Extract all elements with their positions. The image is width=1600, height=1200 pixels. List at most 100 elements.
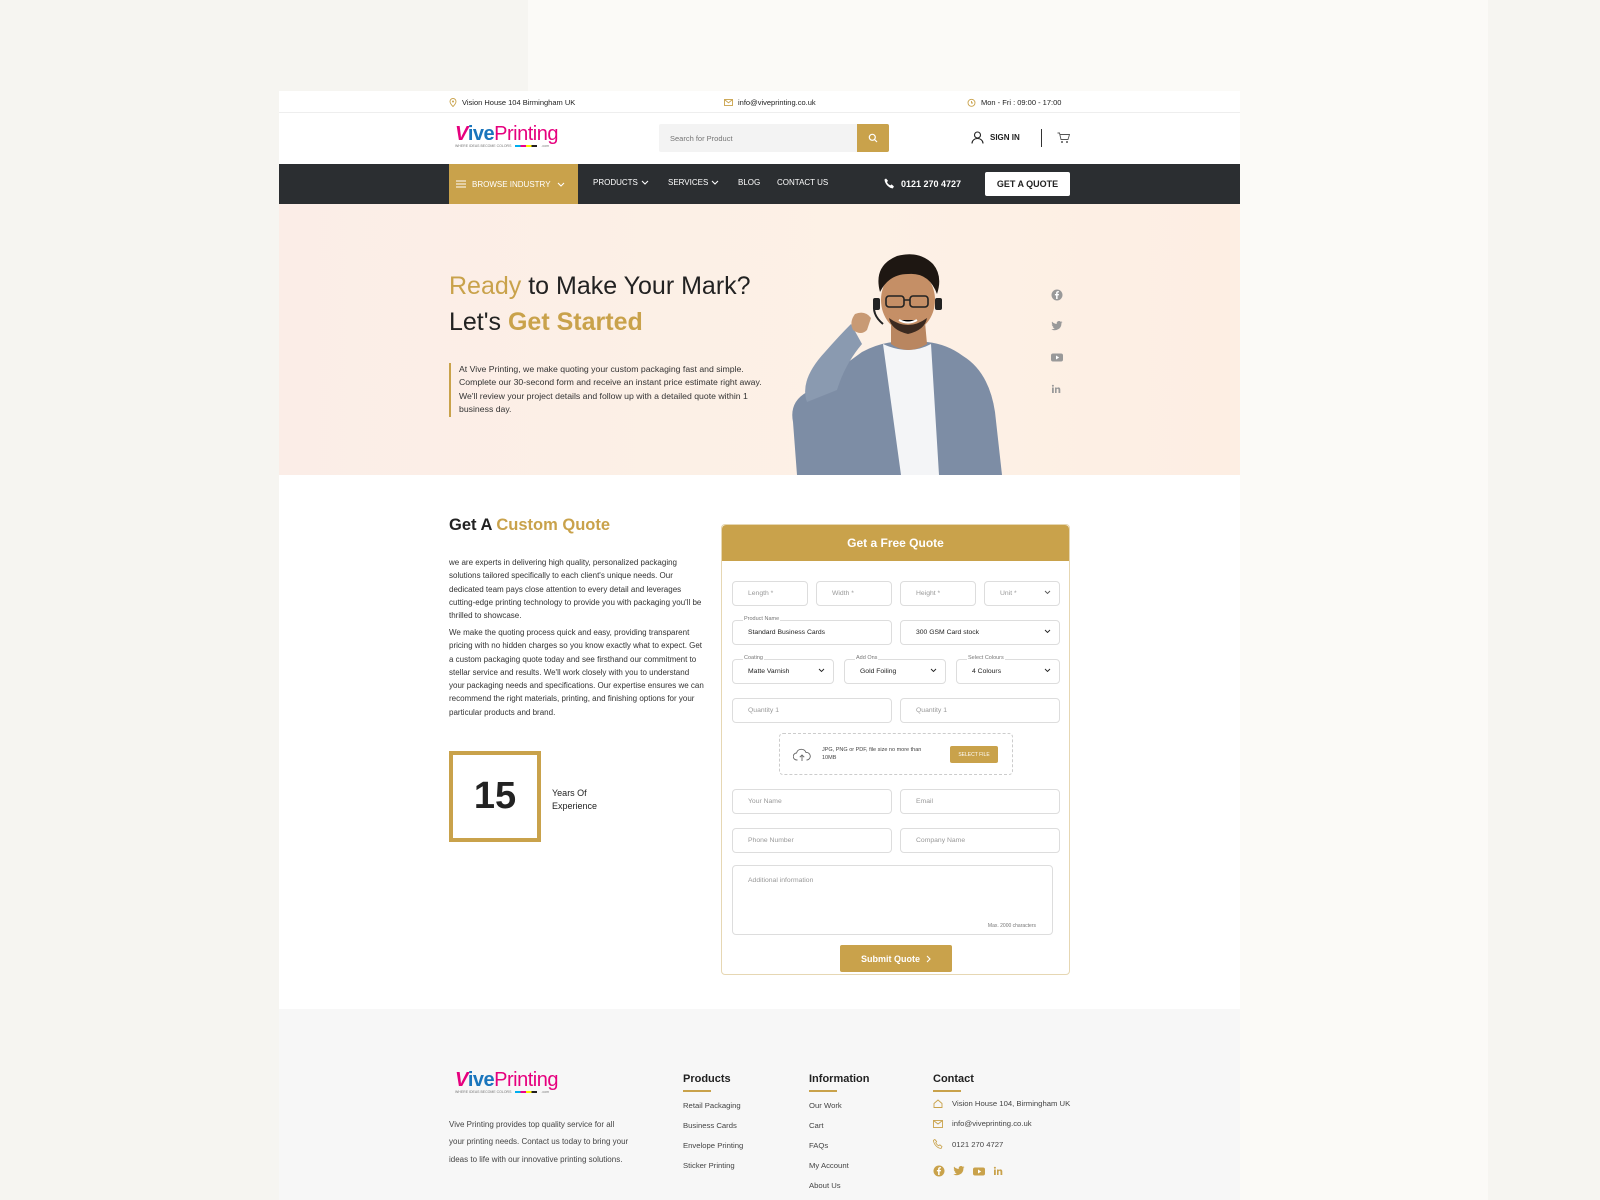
get-a-quote-button[interactable]: GET A QUOTE (985, 172, 1070, 196)
file-upload-area[interactable]: JPG, PNG or PDF, file size no more than … (779, 733, 1013, 775)
topbar-hours-text: Mon - Fri : 09:00 - 17:00 (981, 98, 1062, 107)
youtube-icon[interactable] (1051, 353, 1063, 362)
header-divider (1041, 129, 1042, 147)
footer-link-sticker-printing[interactable]: Sticker Printing (683, 1161, 735, 1170)
footer-information-underline (809, 1090, 837, 1092)
width-field[interactable]: Width * (816, 581, 892, 606)
email-field[interactable]: Email (900, 789, 1060, 814)
chevron-down-icon (711, 180, 719, 185)
nav-phone[interactable]: 0121 270 4727 (884, 178, 961, 189)
product-name-field[interactable]: Product Name Standard Business Cards (732, 616, 892, 645)
company-name-field[interactable]: Company Name (900, 828, 1060, 853)
custom-quote-title: Get A Custom Quote (449, 516, 610, 535)
footer-email-text[interactable]: info@viveprinting.co.uk (952, 1119, 1032, 1128)
unit-select[interactable]: Unit * (984, 581, 1060, 606)
chevron-down-icon (818, 668, 825, 673)
search-icon (868, 133, 878, 143)
custom-quote-title-a: Get A (449, 516, 497, 534)
hero-description: At Vive Printing, we make quoting your c… (449, 363, 764, 417)
footer-phone-text[interactable]: 0121 270 4727 (952, 1140, 1003, 1149)
footer-information-title: Information (809, 1073, 870, 1085)
topbar-hours: Mon - Fri : 09:00 - 17:00 (967, 98, 1061, 107)
nav-services[interactable]: SERVICES (668, 178, 719, 187)
footer-link-our-work[interactable]: Our Work (809, 1101, 842, 1110)
twitter-icon[interactable] (1051, 321, 1063, 331)
topbar-email-text[interactable]: info@viveprinting.co.uk (738, 98, 816, 107)
coating-select[interactable]: Coating Matte Varnish (732, 655, 834, 684)
colours-select[interactable]: Select Colours 4 Colours (956, 655, 1060, 684)
cart-button[interactable] (1057, 131, 1071, 149)
logo[interactable]: Vive Printing WHERE IDEAS BECOME COLORS .c… (455, 123, 558, 148)
footer-link-my-account[interactable]: My Account (809, 1161, 849, 1170)
nav-contact[interactable]: CONTACT US (777, 178, 828, 187)
linkedin-icon[interactable] (1051, 384, 1061, 394)
chevron-right-icon (926, 955, 931, 962)
top-bar: Vision House 104 Birmingham UK info@vive… (279, 91, 1240, 113)
linkedin-icon[interactable] (993, 1166, 1003, 1176)
search-input[interactable] (659, 124, 849, 152)
footer-logo-color-bar (515, 1091, 538, 1093)
footer-contact-phone[interactable]: 0121 270 4727 (933, 1139, 1003, 1149)
footer-contact-column: Contact Vision House 104, Birmingham UK … (933, 1073, 1070, 1177)
sign-in-label[interactable]: SIGN IN (990, 133, 1020, 142)
footer-logo-v: V (455, 1069, 468, 1091)
footer-logo-domain: .com (541, 1090, 549, 1094)
footer-contact-title: Contact (933, 1073, 974, 1085)
sign-in-link[interactable]: SIGN IN (971, 131, 1020, 144)
phone-icon (884, 178, 894, 189)
your-name-field[interactable]: Your Name (732, 789, 892, 814)
stock-select[interactable]: 300 GSM Card stock (900, 620, 1060, 645)
footer-link-about-us[interactable]: About Us (809, 1181, 841, 1190)
topbar-email[interactable]: info@viveprinting.co.uk (724, 98, 816, 107)
footer-link-faqs[interactable]: FAQs (809, 1141, 828, 1150)
hero-section: Ready to Make Your Mark? Let's Get Start… (279, 204, 1240, 475)
search-button[interactable] (857, 124, 889, 152)
addons-label: Add Ons (855, 655, 879, 661)
unit-placeholder: Unit * (1000, 590, 1017, 597)
logo-tagline: WHERE IDEAS BECOME COLORS (455, 144, 512, 148)
nav-blog[interactable]: BLOG (738, 178, 760, 187)
user-icon (971, 131, 984, 144)
browse-industry-button[interactable]: BROWSE INDUSTRY (449, 164, 578, 204)
footer: Vive Printing WHERE IDEAS BECOME COLORS .c… (279, 1009, 1240, 1200)
footer-description: Vive Printing provides top quality servi… (449, 1120, 629, 1164)
coating-label: Coating (743, 655, 764, 661)
logo-domain: .com (541, 144, 549, 148)
email-placeholder: Email (916, 798, 933, 805)
height-field[interactable]: Height * (900, 581, 976, 606)
footer-logo[interactable]: Vive Printing WHERE IDEAS BECOME COLORS .c… (455, 1069, 558, 1094)
custom-quote-title-b: Custom Quote (496, 516, 611, 534)
nav-services-label: SERVICES (668, 178, 709, 187)
additional-info-placeholder: Additional information (748, 877, 814, 884)
product-name-value: Standard Business Cards (748, 629, 826, 636)
header: Vive Printing WHERE IDEAS BECOME COLORS .c… (279, 113, 1240, 164)
footer-contact-email[interactable]: info@viveprinting.co.uk (933, 1119, 1032, 1128)
years-count: 15 (449, 751, 541, 842)
addons-select[interactable]: Add Ons Gold Foiling (844, 655, 946, 684)
additional-info-textarea[interactable]: Additional information Max. 2000 charact… (732, 865, 1053, 935)
footer-logo-printing: Printing (494, 1069, 558, 1091)
twitter-icon[interactable] (953, 1166, 965, 1176)
footer-link-business-cards[interactable]: Business Cards (683, 1121, 737, 1130)
mail-icon (933, 1119, 943, 1128)
nav-products[interactable]: PRODUCTS (593, 178, 649, 187)
footer-link-cart[interactable]: Cart (809, 1121, 824, 1130)
facebook-icon[interactable] (933, 1165, 945, 1177)
nav-contact-label: CONTACT US (777, 178, 829, 187)
facebook-icon[interactable] (1051, 289, 1063, 301)
length-field[interactable]: Length * (732, 581, 808, 606)
hero-title: Ready to Make Your Mark? Let's Get Start… (449, 268, 779, 340)
quantity-2-field[interactable]: Quantity 1 (900, 698, 1060, 723)
select-file-button[interactable]: SELECT FILE (950, 746, 998, 763)
hero-title-get-started: Get Started (507, 308, 643, 336)
quantity-1-field[interactable]: Quantity 1 (732, 698, 892, 723)
quantity-2-placeholder: Quantity 1 (916, 707, 947, 714)
nav-phone-number[interactable]: 0121 270 4727 (901, 179, 961, 189)
phone-number-field[interactable]: Phone Number (732, 828, 892, 853)
footer-link-retail-packaging[interactable]: Retail Packaging (683, 1101, 741, 1110)
youtube-icon[interactable] (973, 1167, 985, 1176)
submit-quote-button[interactable]: Submit Quote (840, 945, 952, 972)
footer-link-envelope-printing[interactable]: Envelope Printing (683, 1141, 743, 1150)
years-label: Years Of Experience (552, 788, 598, 811)
footer-contact-address: Vision House 104, Birmingham UK (933, 1099, 1070, 1108)
